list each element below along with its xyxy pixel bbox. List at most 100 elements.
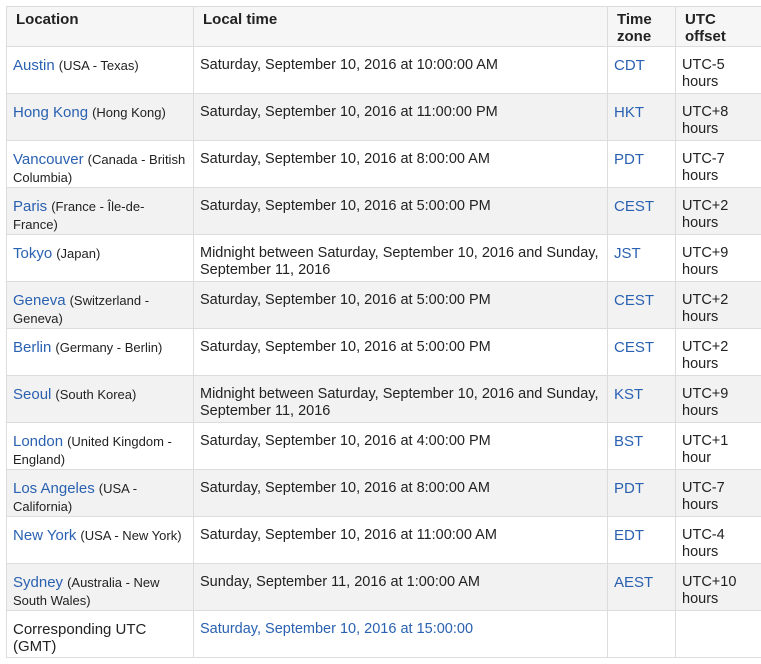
- table-row: Austin (USA - Texas) Saturday, September…: [6, 46, 761, 94]
- utc-offset-cell: UTC+2 hours: [675, 187, 761, 235]
- local-time-cell: Saturday, September 10, 2016 at 5:00:00 …: [193, 187, 608, 235]
- time-zone-cell: KST: [607, 375, 676, 423]
- header-utc-offset: UTC offset: [675, 6, 761, 47]
- location-cell: Paris (France - Île-de-France): [6, 187, 194, 235]
- table-row: Sydney (Australia - New South Wales) Sun…: [6, 563, 761, 611]
- time-zone-link[interactable]: CEST: [614, 292, 654, 309]
- city-link[interactable]: Hong Kong: [13, 104, 88, 121]
- utc-time-link[interactable]: Saturday, September 10, 2016 at 15:00:00: [200, 621, 473, 637]
- utc-offset-cell: UTC-4 hours: [675, 516, 761, 564]
- time-zone-link[interactable]: EDT: [614, 527, 644, 544]
- time-zone-cell: AEST: [607, 563, 676, 611]
- location-cell: Hong Kong (Hong Kong): [6, 93, 194, 141]
- time-zone-cell: EDT: [607, 516, 676, 564]
- city-link[interactable]: Geneva: [13, 292, 66, 309]
- location-cell: Geneva (Switzerland - Geneva): [6, 281, 194, 329]
- region-text: (South Korea): [55, 387, 137, 402]
- time-zone-link[interactable]: JST: [614, 245, 641, 262]
- location-cell: Vancouver (Canada - British Columbia): [6, 140, 194, 188]
- utc-time-cell: Saturday, September 10, 2016 at 15:00:00: [193, 610, 608, 658]
- time-zone-link[interactable]: HKT: [614, 104, 644, 121]
- local-time-cell: Saturday, September 10, 2016 at 5:00:00 …: [193, 281, 608, 329]
- time-zone-cell: PDT: [607, 140, 676, 188]
- table-row: Los Angeles (USA - California) Saturday,…: [6, 469, 761, 517]
- location-cell: Austin (USA - Texas): [6, 46, 194, 94]
- local-time-cell: Saturday, September 10, 2016 at 8:00:00 …: [193, 140, 608, 188]
- city-link[interactable]: New York: [13, 527, 76, 544]
- utc-label: Corresponding UTC (GMT): [6, 610, 194, 658]
- local-time-cell: Midnight between Saturday, September 10,…: [193, 234, 608, 282]
- time-zone-cell: HKT: [607, 93, 676, 141]
- time-zone-cell: CEST: [607, 187, 676, 235]
- time-zone-link[interactable]: CDT: [614, 57, 645, 74]
- utc-offset-cell: UTC+2 hours: [675, 281, 761, 329]
- time-zone-link[interactable]: CEST: [614, 339, 654, 356]
- city-link[interactable]: Los Angeles: [13, 480, 95, 497]
- table-row: Paris (France - Île-de-France) Saturday,…: [6, 187, 761, 235]
- time-zone-cell: CEST: [607, 328, 676, 376]
- table-row: Hong Kong (Hong Kong) Saturday, Septembe…: [6, 93, 761, 141]
- empty-cell: [607, 610, 676, 658]
- table-row: New York (USA - New York) Saturday, Sept…: [6, 516, 761, 564]
- utc-offset-cell: UTC-7 hours: [675, 469, 761, 517]
- city-link[interactable]: Seoul: [13, 386, 51, 403]
- region-text: (Hong Kong): [92, 105, 166, 120]
- utc-offset-cell: UTC+8 hours: [675, 93, 761, 141]
- city-link[interactable]: Vancouver: [13, 151, 84, 168]
- location-cell: New York (USA - New York): [6, 516, 194, 564]
- utc-offset-cell: UTC-5 hours: [675, 46, 761, 94]
- time-zone-link[interactable]: PDT: [614, 480, 644, 497]
- local-time-cell: Saturday, September 10, 2016 at 8:00:00 …: [193, 469, 608, 517]
- time-zone-cell: PDT: [607, 469, 676, 517]
- empty-cell: [675, 610, 761, 658]
- city-link[interactable]: London: [13, 433, 63, 450]
- time-zone-cell: JST: [607, 234, 676, 282]
- region-text: (USA - New York): [80, 528, 182, 543]
- city-link[interactable]: Tokyo: [13, 245, 52, 262]
- utc-row: Corresponding UTC (GMT) Saturday, Septem…: [6, 610, 761, 658]
- time-zone-link[interactable]: BST: [614, 433, 643, 450]
- time-zone-link[interactable]: AEST: [614, 574, 653, 591]
- region-text: (Germany - Berlin): [55, 340, 163, 355]
- region-text: (USA - Texas): [58, 58, 139, 73]
- local-time-cell: Saturday, September 10, 2016 at 11:00:00…: [193, 93, 608, 141]
- time-zone-cell: CDT: [607, 46, 676, 94]
- utc-offset-cell: UTC+10 hours: [675, 563, 761, 611]
- table-row: Geneva (Switzerland - Geneva) Saturday, …: [6, 281, 761, 329]
- header-local-time: Local time: [193, 6, 608, 47]
- table-row: Seoul (South Korea) Midnight between Sat…: [6, 375, 761, 423]
- local-time-cell: Saturday, September 10, 2016 at 4:00:00 …: [193, 422, 608, 470]
- table-row: Berlin (Germany - Berlin) Saturday, Sept…: [6, 328, 761, 376]
- header-location: Location: [6, 6, 194, 47]
- header-row: Location Local time Time zone UTC offset: [6, 6, 761, 47]
- header-time-zone: Time zone: [607, 6, 676, 47]
- location-cell: Tokyo (Japan): [6, 234, 194, 282]
- city-link[interactable]: Paris: [13, 198, 47, 215]
- time-zone-cell: BST: [607, 422, 676, 470]
- local-time-cell: Saturday, September 10, 2016 at 10:00:00…: [193, 46, 608, 94]
- utc-offset-cell: UTC+1 hour: [675, 422, 761, 470]
- utc-offset-cell: UTC+9 hours: [675, 375, 761, 423]
- local-time-cell: Sunday, September 11, 2016 at 1:00:00 AM: [193, 563, 608, 611]
- time-zone-link[interactable]: PDT: [614, 151, 644, 168]
- location-cell: London (United Kingdom - England): [6, 422, 194, 470]
- local-time-cell: Midnight between Saturday, September 10,…: [193, 375, 608, 423]
- region-text: (Japan): [56, 246, 101, 261]
- city-link[interactable]: Sydney: [13, 574, 63, 591]
- utc-offset-cell: UTC+9 hours: [675, 234, 761, 282]
- location-cell: Sydney (Australia - New South Wales): [6, 563, 194, 611]
- location-cell: Los Angeles (USA - California): [6, 469, 194, 517]
- location-cell: Seoul (South Korea): [6, 375, 194, 423]
- time-zone-link[interactable]: CEST: [614, 198, 654, 215]
- utc-offset-cell: UTC-7 hours: [675, 140, 761, 188]
- table-row: Vancouver (Canada - British Columbia) Sa…: [6, 140, 761, 188]
- utc-offset-cell: UTC+2 hours: [675, 328, 761, 376]
- location-cell: Berlin (Germany - Berlin): [6, 328, 194, 376]
- city-link[interactable]: Berlin: [13, 339, 51, 356]
- table-row: Tokyo (Japan) Midnight between Saturday,…: [6, 234, 761, 282]
- city-link[interactable]: Austin: [13, 57, 55, 74]
- time-zone-link[interactable]: KST: [614, 386, 643, 403]
- time-conversion-table: Location Local time Time zone UTC offset…: [6, 6, 761, 658]
- time-zone-cell: CEST: [607, 281, 676, 329]
- local-time-cell: Saturday, September 10, 2016 at 11:00:00…: [193, 516, 608, 564]
